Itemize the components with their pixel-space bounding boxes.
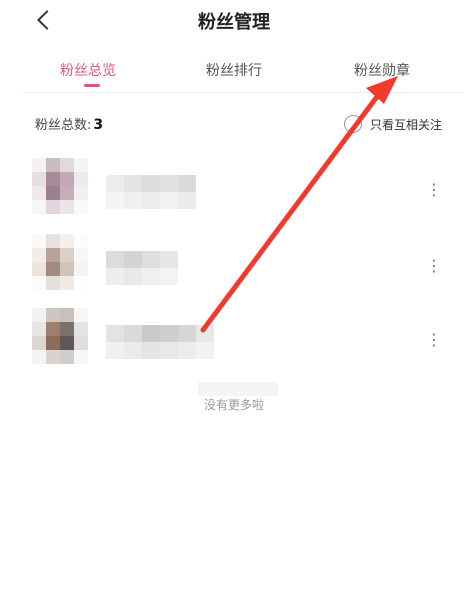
blur-overlay bbox=[198, 382, 278, 396]
page-title: 粉丝管理 bbox=[198, 12, 270, 33]
divider bbox=[22, 92, 462, 93]
avatar bbox=[32, 308, 88, 364]
blurred-username bbox=[106, 251, 178, 285]
list-item[interactable]: ⋮ bbox=[0, 308, 468, 368]
avatar bbox=[32, 158, 88, 214]
tab-fan-overview[interactable]: 粉丝总览 bbox=[60, 60, 116, 80]
more-options-icon[interactable]: ⋮ bbox=[426, 256, 442, 276]
more-options-icon[interactable]: ⋮ bbox=[426, 330, 442, 350]
tab-bar: 粉丝总览 粉丝排行 粉丝勋章 bbox=[0, 52, 468, 92]
no-more-text: 没有更多啦 bbox=[203, 398, 264, 412]
fan-total-label: 粉丝总数: bbox=[35, 118, 92, 133]
tab-fan-medal[interactable]: 粉丝勋章 bbox=[354, 60, 410, 80]
active-tab-indicator bbox=[84, 84, 100, 87]
radio-icon[interactable] bbox=[343, 115, 362, 133]
list-item[interactable]: ⋮ bbox=[0, 158, 468, 218]
list-item[interactable]: ⋮ bbox=[0, 234, 468, 294]
header: 粉丝管理 bbox=[0, 0, 468, 44]
more-options-icon[interactable]: ⋮ bbox=[426, 180, 442, 200]
fan-total-count: 3 bbox=[93, 117, 104, 133]
blurred-username bbox=[106, 175, 196, 209]
mutual-follow-filter[interactable]: 只看互相关注 bbox=[343, 114, 442, 134]
avatar bbox=[32, 234, 88, 290]
fan-total: 粉丝总数: 3 bbox=[35, 114, 103, 133]
tab-fan-ranking[interactable]: 粉丝排行 bbox=[206, 60, 262, 80]
mutual-follow-label: 只看互相关注 bbox=[369, 117, 442, 132]
blurred-username bbox=[106, 325, 214, 359]
